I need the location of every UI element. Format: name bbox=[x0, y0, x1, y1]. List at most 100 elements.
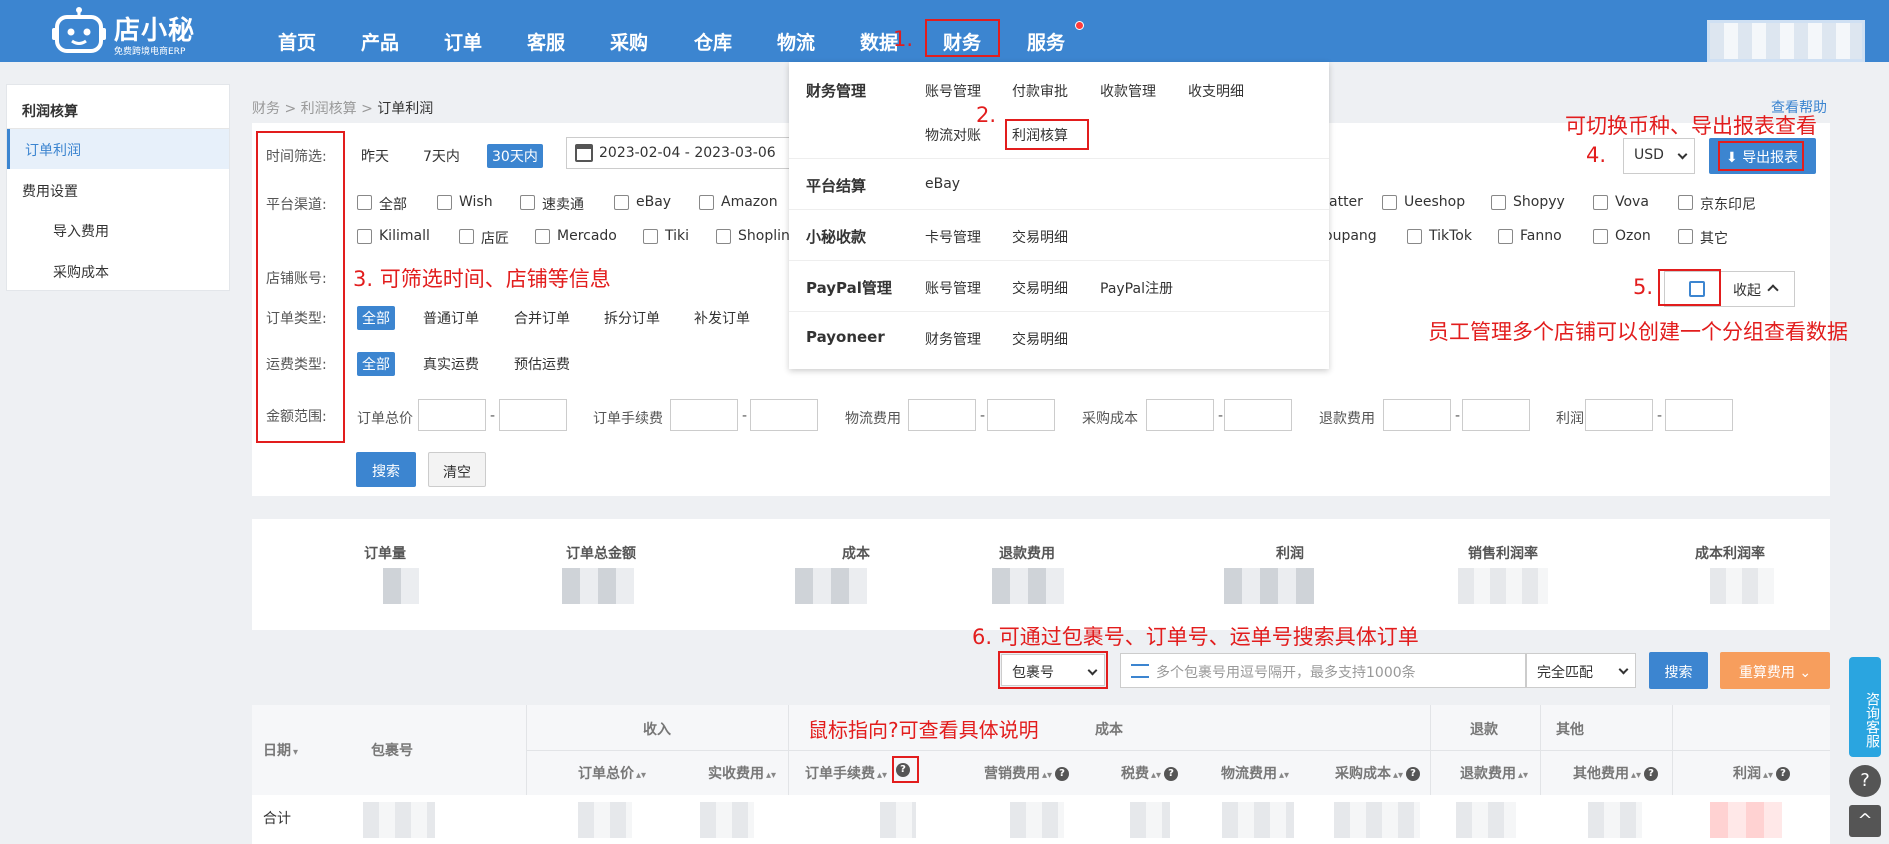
sidebar-item-import-fees[interactable]: 导入费用 bbox=[53, 221, 109, 241]
col-refund[interactable]: 退款费用 ▴▾ bbox=[1460, 763, 1528, 783]
nav-purchasing[interactable]: 采购 bbox=[610, 28, 648, 55]
amount-fee-max[interactable] bbox=[750, 399, 818, 431]
date-range-input[interactable]: 2023-02-04 - 2023-03-06 bbox=[566, 137, 794, 169]
platform-ueeshop[interactable]: Ueeshop bbox=[1382, 194, 1465, 210]
platform-other[interactable]: 其它 bbox=[1678, 228, 1728, 248]
platform-aliexpress[interactable]: 速卖通 bbox=[520, 194, 584, 214]
menu-transactions[interactable]: 交易明细 bbox=[1012, 227, 1068, 247]
amount-purchase-max[interactable] bbox=[1224, 399, 1292, 431]
sidebar-item-purchase-cost[interactable]: 采购成本 bbox=[53, 262, 109, 282]
amount-logistics-min[interactable] bbox=[908, 399, 976, 431]
help-circle-icon[interactable]: ? bbox=[1849, 765, 1881, 797]
menu-cat-platform: 平台结算 bbox=[806, 177, 867, 195]
nav-orders[interactable]: 订单 bbox=[444, 28, 482, 55]
col-date[interactable]: 日期 ▾ bbox=[263, 740, 298, 760]
col-marketing[interactable]: 营销费用 ▴▾? bbox=[984, 763, 1070, 783]
logo[interactable]: 店小秘 免费跨境电商ERP bbox=[52, 6, 202, 57]
amount-order-total-max[interactable] bbox=[499, 399, 567, 431]
menu-payoneer-finance[interactable]: 财务管理 bbox=[925, 329, 981, 349]
breadcrumb-finance[interactable]: 财务 bbox=[252, 101, 280, 117]
col-profit[interactable]: 利润 ▴▾? bbox=[1733, 763, 1791, 783]
platform-mercado[interactable]: Mercado bbox=[535, 228, 617, 244]
menu-paypal-register[interactable]: PayPal注册 bbox=[1100, 278, 1173, 298]
platform-ebay[interactable]: eBay bbox=[614, 194, 671, 210]
nav-warehouse[interactable]: 仓库 bbox=[694, 28, 732, 55]
amount-refund-min[interactable] bbox=[1383, 399, 1451, 431]
menu-row-xiaomi-pay: 小秘收款 卡号管理 交易明细 bbox=[789, 210, 1329, 261]
sidebar-item-order-profit[interactable]: 订单利润 bbox=[7, 129, 229, 169]
nav-home[interactable]: 首页 bbox=[278, 28, 316, 55]
sidebar-item-fee-settings[interactable]: 费用设置 bbox=[22, 181, 78, 201]
amount-profit-max[interactable] bbox=[1665, 399, 1733, 431]
platform-tiktok[interactable]: TikTok bbox=[1407, 228, 1472, 244]
user-account-box[interactable] bbox=[1707, 20, 1865, 62]
freight-type-estimated[interactable]: 预估运费 bbox=[514, 354, 570, 374]
order-type-merged[interactable]: 合并订单 bbox=[514, 308, 570, 328]
breadcrumb-profit[interactable]: 利润核算 bbox=[301, 101, 357, 117]
filter-search-button[interactable]: 搜索 bbox=[356, 452, 416, 487]
back-to-top-icon[interactable]: ^ bbox=[1849, 805, 1881, 837]
platform-tiki[interactable]: Tiki bbox=[643, 228, 689, 244]
freight-type-all[interactable]: 全部 bbox=[357, 352, 395, 376]
recalculate-fees-button[interactable]: 重算费用 ⌄ bbox=[1720, 652, 1830, 689]
consult-service-widget[interactable]: 咨询客服 bbox=[1849, 657, 1881, 757]
menu-payoneer-transactions[interactable]: 交易明细 bbox=[1012, 329, 1068, 349]
menu-collection-mgmt[interactable]: 收款管理 bbox=[1100, 81, 1156, 101]
menu-paypal-accounts[interactable]: 账号管理 bbox=[925, 278, 981, 298]
menu-account-mgmt[interactable]: 账号管理 bbox=[925, 81, 981, 101]
col-other[interactable]: 其他费用 ▴▾? bbox=[1573, 763, 1659, 783]
menu-payment-approval[interactable]: 付款审批 bbox=[1012, 81, 1068, 101]
collapse-label[interactable]: 收起 bbox=[1733, 280, 1761, 300]
menu-paypal-transactions[interactable]: 交易明细 bbox=[1012, 278, 1068, 298]
menu-card-mgmt[interactable]: 卡号管理 bbox=[925, 227, 981, 247]
platform-jd-indonesia[interactable]: 京东印尼 bbox=[1678, 194, 1756, 214]
platform-partial-oupang[interactable]: oupang bbox=[1324, 228, 1377, 244]
chevron-up-icon[interactable] bbox=[1767, 284, 1779, 296]
menu-ebay[interactable]: eBay bbox=[925, 176, 960, 192]
match-mode-value: 完全匹配 bbox=[1537, 665, 1593, 681]
order-type-all[interactable]: 全部 bbox=[357, 306, 395, 330]
nav-products[interactable]: 产品 bbox=[361, 28, 399, 55]
nav-logistics[interactable]: 物流 bbox=[777, 28, 815, 55]
platform-fanno[interactable]: Fanno bbox=[1498, 228, 1562, 244]
order-type-split[interactable]: 拆分订单 bbox=[604, 308, 660, 328]
platform-partial-atter[interactable]: atter bbox=[1329, 194, 1363, 210]
order-type-normal[interactable]: 普通订单 bbox=[423, 308, 479, 328]
platform-shopyy[interactable]: Shopyy bbox=[1491, 194, 1565, 210]
time-30days[interactable]: 30天内 bbox=[487, 144, 543, 168]
amount-order-total-min[interactable] bbox=[418, 399, 486, 431]
platform-dianjiang[interactable]: 店匠 bbox=[459, 228, 509, 248]
col-purchase[interactable]: 采购成本 ▴▾? bbox=[1335, 763, 1421, 783]
filter-clear-button[interactable]: 清空 bbox=[428, 452, 486, 487]
amount-profit-min[interactable] bbox=[1585, 399, 1653, 431]
order-type-resend[interactable]: 补发订单 bbox=[694, 308, 750, 328]
time-yesterday[interactable]: 昨天 bbox=[361, 146, 389, 166]
platform-wish[interactable]: Wish bbox=[437, 194, 493, 210]
package-search-button[interactable]: 搜索 bbox=[1649, 652, 1708, 689]
time-7days[interactable]: 7天内 bbox=[423, 146, 460, 166]
platform-vova[interactable]: Vova bbox=[1593, 194, 1649, 210]
platform-shopline[interactable]: Shopline bbox=[716, 228, 798, 244]
col-received[interactable]: 实收费用 ▴▾ bbox=[708, 763, 776, 783]
nav-services[interactable]: 服务 bbox=[1027, 28, 1065, 55]
freight-type-actual[interactable]: 真实运费 bbox=[423, 354, 479, 374]
platform-ozon[interactable]: Ozon bbox=[1593, 228, 1651, 244]
col-tax[interactable]: 税费 ▴▾? bbox=[1121, 763, 1179, 783]
platform-kilimall[interactable]: Kilimall bbox=[357, 228, 430, 244]
menu-logistics-reconcile[interactable]: 物流对账 bbox=[925, 125, 981, 145]
col-order-total[interactable]: 订单总价 ▴▾ bbox=[578, 763, 646, 783]
platform-all[interactable]: 全部 bbox=[357, 194, 407, 214]
match-mode-select[interactable]: 完全匹配 bbox=[1526, 653, 1636, 688]
col-logistics[interactable]: 物流费用 ▴▾ bbox=[1221, 763, 1289, 783]
currency-select[interactable]: USD bbox=[1623, 138, 1695, 174]
menu-income-expense[interactable]: 收支明细 bbox=[1188, 81, 1244, 101]
platform-amazon[interactable]: Amazon bbox=[699, 194, 778, 210]
package-search-input[interactable]: 多个包裹号用逗号隔开，最多支持1000条 bbox=[1120, 653, 1526, 688]
stat-refund-label: 退款费用 bbox=[999, 546, 1055, 562]
amount-purchase-min[interactable] bbox=[1146, 399, 1214, 431]
nav-customer-service[interactable]: 客服 bbox=[527, 28, 565, 55]
amount-refund-max[interactable] bbox=[1462, 399, 1530, 431]
amount-fee-min[interactable] bbox=[670, 399, 738, 431]
col-order-fee[interactable]: 订单手续费 ▴▾ bbox=[805, 763, 887, 783]
amount-logistics-max[interactable] bbox=[987, 399, 1055, 431]
